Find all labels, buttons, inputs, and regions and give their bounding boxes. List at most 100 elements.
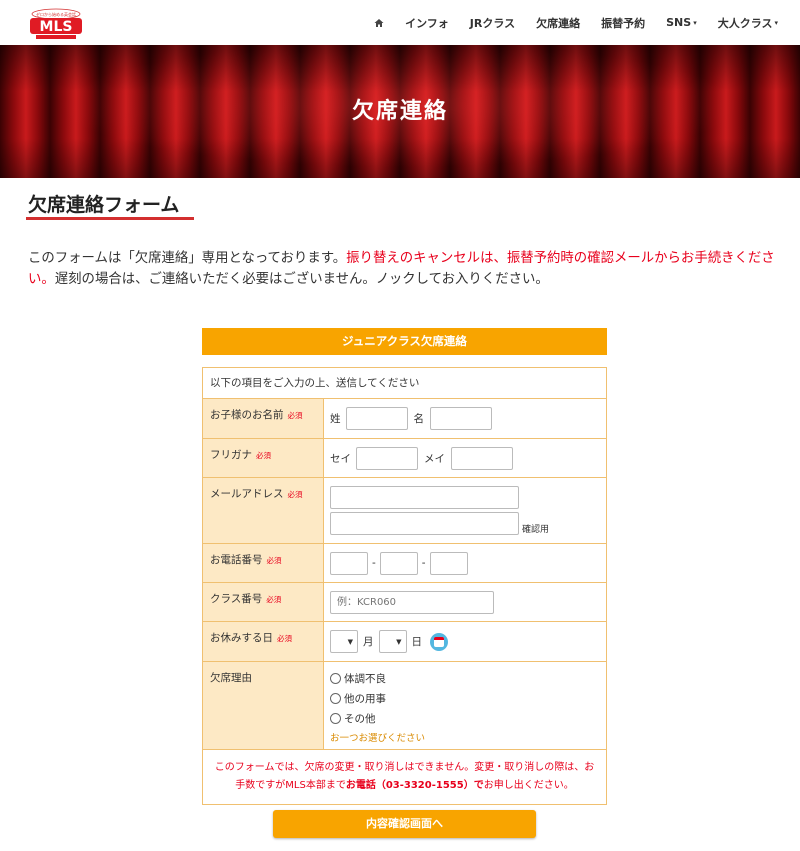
field-cell: 姓 名 [324, 399, 606, 438]
main-menu: インフォ JRクラス 欠席連絡 振替予約 SNS ▾ 大人クラス ▾ [353, 0, 778, 45]
caret-down-icon: ▾ [774, 18, 778, 27]
caret-down-icon: ▾ [693, 18, 697, 27]
phone-part3-input[interactable] [429, 551, 468, 575]
required-badge: 必須 [277, 634, 292, 643]
reason-option-other[interactable]: その他 [330, 708, 600, 728]
field-label: お子様のお名前 必須 [203, 399, 324, 438]
phone-separator: - [372, 557, 376, 569]
phone-part1-input[interactable] [330, 551, 368, 575]
menu-item-sns[interactable]: SNS ▾ [666, 16, 697, 29]
field-label: クラス番号 必須 [203, 583, 324, 621]
form-intro: 以下の項目をご入力の上、送信してください [203, 368, 606, 398]
month-label: 月 [363, 636, 374, 648]
field-label: お休みする日 必須 [203, 622, 324, 661]
field-label: お電話番号 必須 [203, 544, 324, 582]
field-cell [324, 583, 606, 621]
chevron-down-icon: ▼ [347, 637, 353, 646]
kana-first-label: メイ [424, 452, 445, 465]
logo-subtext: ゼロから始める英会話 [36, 11, 76, 17]
kana-last-input[interactable] [356, 446, 418, 470]
menu-item-adult-class[interactable]: 大人クラス ▾ [718, 15, 778, 31]
field-cell: セイ メイ [324, 439, 606, 477]
radio-button[interactable] [330, 692, 341, 704]
month-select[interactable]: ▼ [330, 630, 358, 653]
chevron-down-icon: ▼ [396, 637, 402, 646]
menu-item-absence[interactable]: 欠席連絡 [536, 15, 580, 31]
menu-item-jr-class[interactable]: JRクラス [470, 15, 515, 31]
intro-part: このフォームは「欠席連絡」専用となっております。 [28, 251, 347, 266]
field-cell: 確認用 [324, 478, 606, 543]
menu-item-info[interactable]: インフォ [405, 15, 449, 31]
menu-label: 大人クラス [717, 16, 773, 30]
confirm-button[interactable]: 内容確認画面へ [273, 810, 536, 838]
row-class: クラス番号 必須 [203, 582, 606, 621]
reason-option-illness[interactable]: 体調不良 [330, 668, 600, 688]
radio-button[interactable] [330, 712, 341, 724]
email-input[interactable] [330, 486, 519, 509]
class-number-input[interactable] [330, 590, 494, 614]
row-kana: フリガナ 必須 セイ メイ [203, 438, 606, 477]
field-label: メールアドレス 必須 [203, 478, 324, 543]
first-name-input[interactable] [430, 407, 492, 430]
row-reason: 欠席理由 体調不良 他の用事 その他 お一つお選びください [203, 661, 606, 749]
option-label: その他 [344, 712, 376, 725]
label-text: お休みする日 [210, 632, 273, 644]
label-text: フリガナ [210, 449, 252, 461]
section-title: 欠席連絡フォーム [28, 194, 180, 216]
row-phone: お電話番号 必須 - - [203, 543, 606, 582]
label-text: クラス番号 [210, 593, 263, 605]
home-icon[interactable] [374, 18, 384, 28]
required-badge: 必須 [256, 451, 271, 460]
field-label: フリガナ 必須 [203, 439, 324, 477]
field-cell: - - [324, 544, 606, 582]
row-date: お休みする日 必須 ▼ 月 ▼ 日 [203, 621, 606, 661]
section-underline [26, 217, 194, 220]
reason-note: お一つお選びください [330, 733, 426, 744]
notice-phone: お電話（03-3320-1555）で [345, 780, 484, 791]
field-cell: ▼ 月 ▼ 日 [324, 622, 606, 661]
phone-part2-input[interactable] [379, 551, 418, 575]
row-name: お子様のお名前 必須 姓 名 [203, 398, 606, 438]
intro-part: 遅刻の場合は、ご連絡いただく必要はございません。ノックしてお入りください。 [54, 272, 549, 287]
logo-text: MLS [40, 19, 73, 35]
calendar-icon[interactable] [430, 632, 448, 651]
label-text: メールアドレス [210, 488, 284, 500]
required-badge: 必須 [287, 411, 303, 420]
form-notice: このフォームでは、欠席の変更・取り消しはできません。変更・取り消しの際は、お手数… [203, 749, 606, 804]
label-text: お電話番号 [210, 554, 263, 566]
absence-form: 以下の項目をご入力の上、送信してください お子様のお名前 必須 姓 名 フリガナ必… [202, 367, 607, 805]
phone-separator: - [421, 557, 426, 569]
menu-label: 振替予約 [601, 16, 646, 30]
hero-banner: 欠席連絡 [0, 45, 800, 178]
reason-option-other-business[interactable]: 他の用事 [330, 688, 600, 708]
email-confirm-label: 確認用 [522, 525, 550, 535]
day-label: 日 [411, 636, 423, 648]
form-header: ジュニアクラス欠席連絡 [202, 328, 607, 355]
menu-item-makeup[interactable]: 振替予約 [601, 15, 645, 31]
option-label: 体調不良 [344, 672, 386, 685]
option-label: 他の用事 [344, 692, 386, 705]
label-text: 欠席理由 [210, 672, 252, 684]
required-badge: 必須 [266, 556, 282, 565]
site-logo[interactable]: ゼロから始める英会話 MLS [28, 8, 84, 40]
menu-label: インフォ [405, 16, 449, 30]
first-name-label: 名 [413, 413, 425, 425]
notice-text: お申し出ください。 [483, 780, 574, 791]
hero-title: 欠席連絡 [351, 99, 448, 124]
required-badge: 必須 [287, 490, 303, 499]
row-email: メールアドレス 必須 確認用 [203, 477, 606, 543]
menu-label: JRクラス [469, 16, 516, 30]
field-cell: 体調不良 他の用事 その他 お一つお選びください [324, 662, 606, 749]
radio-button[interactable] [330, 672, 341, 684]
email-confirm-input[interactable] [330, 512, 519, 535]
day-select[interactable]: ▼ [378, 630, 407, 653]
label-text: お子様のお名前 [210, 409, 284, 421]
required-badge: 必須 [266, 595, 282, 604]
menu-label: SNS [666, 16, 692, 29]
kana-last-label: セイ [330, 452, 351, 465]
menu-label: 欠席連絡 [536, 16, 581, 30]
kana-first-input[interactable] [451, 446, 513, 470]
top-navbar: ゼロから始める英会話 MLS インフォ JRクラス 欠席連絡 振替予約 SNS ▾… [0, 0, 800, 45]
last-name-label: 姓 [330, 413, 341, 425]
last-name-input[interactable] [345, 407, 408, 430]
